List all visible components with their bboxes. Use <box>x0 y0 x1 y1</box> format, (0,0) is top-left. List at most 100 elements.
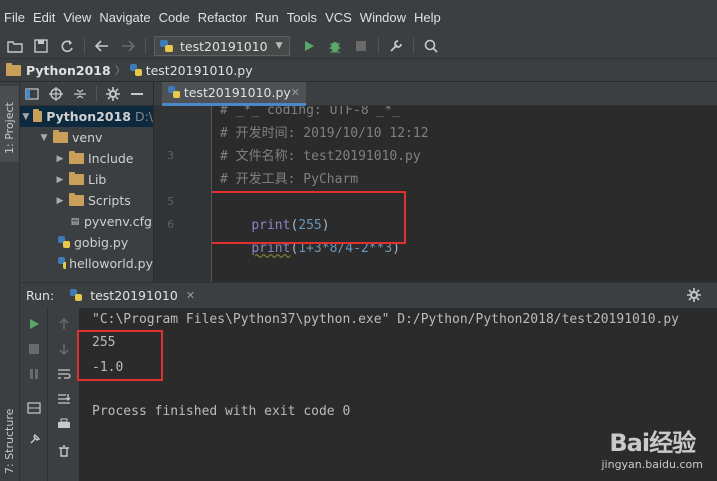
folder-icon <box>69 193 84 206</box>
tree-item-label: venv <box>72 130 103 145</box>
rerun-icon[interactable] <box>26 316 42 332</box>
python-file-icon <box>58 236 70 248</box>
menu-code[interactable]: Code <box>159 10 190 25</box>
folder-icon <box>32 109 43 122</box>
structure-tool-label[interactable]: 7: Structure <box>3 409 16 474</box>
tree-item-pyvenv-cfg[interactable]: ▤ pyvenv.cfg <box>20 211 153 232</box>
breadcrumb: Python2018 〉 test20191010.py <box>0 58 717 82</box>
editor-tab-bar: test20191010.py ✕ <box>154 82 717 106</box>
tree-item-path: D:\ <box>134 109 153 124</box>
back-arrow-icon[interactable] <box>93 37 111 55</box>
stop-icon[interactable] <box>26 341 42 357</box>
baidu-watermark: Bai经验 jingyan.baidu.com <box>601 423 703 471</box>
tree-item-label: pyvenv.cfg <box>84 214 152 229</box>
locate-icon[interactable] <box>48 85 64 103</box>
menu-window[interactable]: Window <box>360 10 406 25</box>
menu-file[interactable]: File <box>4 10 25 25</box>
console-exit-message: Process finished with exit code 0 <box>92 404 351 419</box>
forward-arrow-icon[interactable] <box>119 37 137 55</box>
scroll-to-end-icon[interactable] <box>56 391 72 407</box>
console-toolbar <box>48 308 80 481</box>
python-file-icon <box>129 63 142 76</box>
breadcrumb-file[interactable]: test20191010.py <box>129 62 253 78</box>
tree-item-venv[interactable]: ▼ venv <box>20 127 153 148</box>
folder-icon <box>69 172 84 185</box>
menu-bar: File Edit View Navigate Code Refactor Ru… <box>0 0 717 34</box>
code-line-2: # 开发时间: 2019/10/10 12:12 <box>220 126 429 141</box>
menu-vcs[interactable]: VCS <box>325 10 352 25</box>
hide-panel-icon[interactable] <box>129 85 145 103</box>
debug-icon[interactable] <box>326 37 344 55</box>
close-icon[interactable]: ✕ <box>186 289 195 302</box>
soft-wrap-icon[interactable] <box>56 366 72 382</box>
chevron-down-icon: ▼ <box>275 41 283 51</box>
pause-icon[interactable] <box>26 366 42 382</box>
toolbar-divider <box>96 85 97 102</box>
tree-item-gobig[interactable]: gobig.py <box>20 232 153 253</box>
run-icon[interactable] <box>300 37 318 55</box>
chevron-right-icon: ▶ <box>56 195 64 206</box>
tab-test20191010[interactable]: test20191010.py ✕ <box>162 82 306 106</box>
close-icon[interactable]: ✕ <box>291 86 300 99</box>
tree-item-helloworld[interactable]: helloworld.py <box>20 253 153 274</box>
chevron-down-icon: ▼ <box>40 132 48 143</box>
menu-edit[interactable]: Edit <box>33 10 55 25</box>
open-folder-icon[interactable] <box>6 37 24 55</box>
tree-item-scripts[interactable]: ▶ Scripts <box>20 190 153 211</box>
folder-icon <box>6 62 21 76</box>
chevron-right-icon: 〉 <box>114 64 126 77</box>
gear-icon[interactable] <box>687 288 701 305</box>
menu-view[interactable]: View <box>63 10 91 25</box>
gear-icon[interactable] <box>105 85 121 103</box>
run-configuration-select[interactable]: test20191010 ▼ <box>154 36 290 56</box>
code-editor[interactable]: # _*_ coding: UTF-8 _*_ # 开发时间: 2019/10/… <box>212 106 717 282</box>
tree-item-include[interactable]: ▶ Include <box>20 148 153 169</box>
pin-icon[interactable] <box>26 432 42 448</box>
watermark-url: jingyan.baidu.com <box>601 458 703 471</box>
menu-run[interactable]: Run <box>255 10 279 25</box>
stop-icon[interactable] <box>352 37 370 55</box>
code-line-4: # 开发工具: PyCharm <box>220 172 359 187</box>
search-icon[interactable] <box>422 37 440 55</box>
line-number: 6 <box>167 218 174 231</box>
layout-icon[interactable] <box>26 400 42 416</box>
menu-refactor[interactable]: Refactor <box>198 10 247 25</box>
project-tool-button[interactable]: 1: Project <box>0 86 19 162</box>
sync-icon[interactable] <box>58 37 76 55</box>
run-panel-header: Run: test20191010 ✕ <box>20 282 717 308</box>
wrench-icon[interactable] <box>387 37 405 55</box>
toolbar-divider <box>145 38 146 54</box>
run-controls-toolbar <box>20 308 48 481</box>
tab-label: test20191010.py <box>183 85 291 100</box>
save-icon[interactable] <box>32 37 50 55</box>
python-file-icon <box>168 86 180 98</box>
menu-tools[interactable]: Tools <box>287 10 317 25</box>
tree-item-project-root[interactable]: ▼ Python2018 D:\ <box>20 106 153 127</box>
project-tool-label: 1: Project <box>3 102 16 154</box>
project-view-icon[interactable] <box>24 85 40 103</box>
toolbar-divider <box>377 38 379 54</box>
run-tab[interactable]: test20191010 ✕ <box>64 283 201 309</box>
run-panel-title: Run: <box>26 288 55 303</box>
code-line-1: # _*_ coding: UTF-8 _*_ <box>220 106 401 118</box>
folder-icon <box>53 130 68 143</box>
project-panel: ▼ Python2018 D:\ ▼ venv ▶ Include ▶ Lib … <box>20 82 154 282</box>
breadcrumb-file-label: test20191010.py <box>145 62 253 78</box>
scroll-up-icon[interactable] <box>56 316 72 332</box>
tree-item-lib[interactable]: ▶ Lib <box>20 169 153 190</box>
print-icon[interactable] <box>56 416 72 432</box>
file-icon: ▤ <box>70 216 80 227</box>
folder-icon <box>69 151 84 164</box>
python-file-icon <box>58 257 67 269</box>
menu-navigate[interactable]: Navigate <box>99 10 150 25</box>
trash-icon[interactable] <box>56 443 72 459</box>
chevron-right-icon: ▶ <box>56 153 64 164</box>
tree-item-label: gobig.py <box>74 235 129 250</box>
breadcrumb-project[interactable]: Python2018 <box>6 62 111 78</box>
highlight-box <box>212 191 406 244</box>
collapse-all-icon[interactable] <box>72 85 88 103</box>
menu-help[interactable]: Help <box>414 10 441 25</box>
scroll-down-icon[interactable] <box>56 341 72 357</box>
highlight-box <box>77 330 163 381</box>
chevron-right-icon: ▶ <box>56 174 64 185</box>
